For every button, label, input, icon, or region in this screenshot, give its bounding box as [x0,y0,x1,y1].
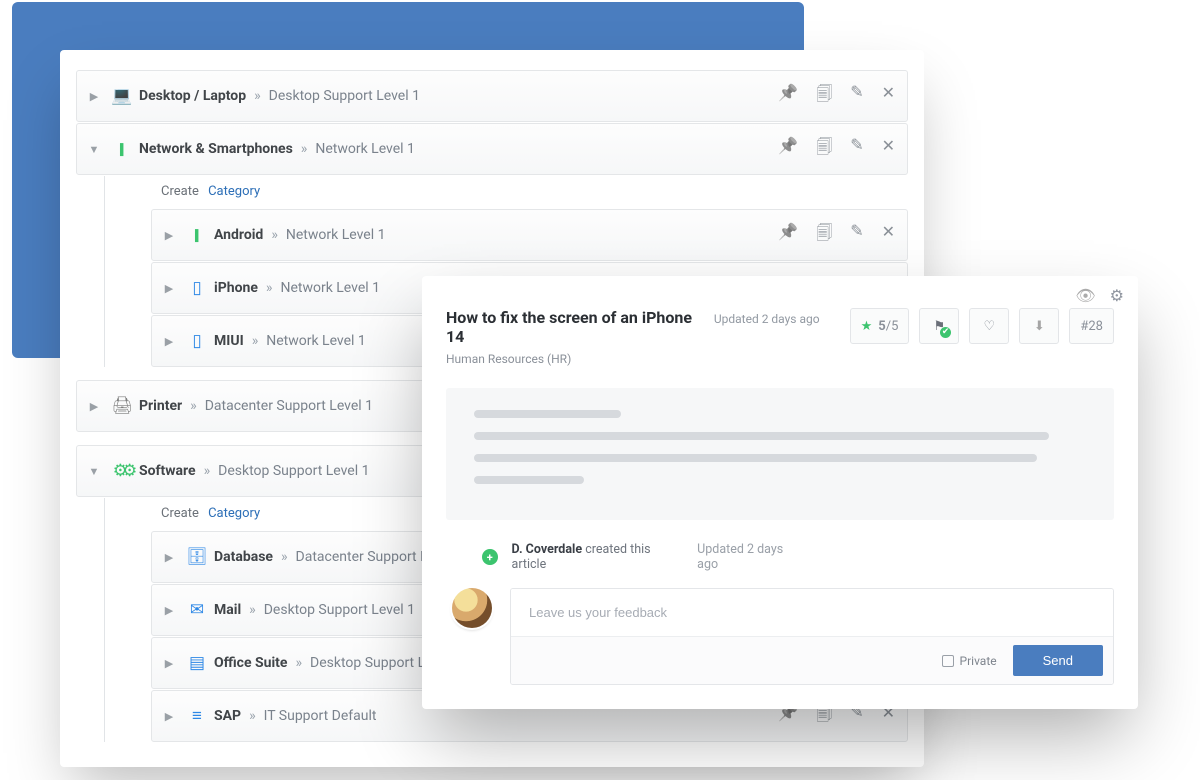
row-path: Desktop Support Level 1 [218,463,369,479]
database-icon [180,547,214,567]
favorite-pill[interactable] [969,308,1009,344]
create-category-link[interactable]: Category [208,184,260,199]
row-path: Desktop Support Level 1 [269,88,420,104]
pin-icon[interactable] [778,222,798,249]
edit-icon[interactable] [850,222,863,249]
flag-pill[interactable] [919,308,959,344]
expand-icon[interactable]: ▶ [83,400,105,413]
phone-icon [105,139,139,159]
copy-icon[interactable] [816,222,832,249]
private-toggle[interactable]: Private [942,654,997,668]
row-path: Network Level 1 [280,280,380,296]
printer-icon [105,396,139,416]
article-number[interactable]: #28 [1069,308,1114,344]
heart-icon [984,319,996,334]
phone-icon [180,278,214,298]
create-category-link[interactable]: Category [208,506,260,521]
expand-icon[interactable]: ▶ [158,551,180,564]
expand-icon[interactable]: ▶ [158,229,180,242]
rating-pill[interactable]: 5 /5 [850,308,910,344]
expand-icon[interactable]: ▶ [158,604,180,617]
tree-row-desktop[interactable]: ▶ Desktop / Laptop » Desktop Support Lev… [76,70,908,122]
edit-icon[interactable] [850,83,863,110]
phone-icon [180,225,214,245]
delete-icon[interactable] [882,222,895,249]
download-pill[interactable] [1019,308,1059,344]
user-avatar [452,588,492,628]
row-path: Network Level 1 [266,333,366,349]
delete-icon[interactable] [882,83,895,110]
article-panel: How to fix the screen of an iPhone 14 Hu… [422,276,1138,709]
row-path: Network Level 1 [315,141,415,157]
breadcrumb-sep: » [254,88,261,104]
row-title: Software [139,463,196,479]
collapse-icon[interactable]: ▼ [83,465,105,478]
expand-icon[interactable]: ▶ [158,335,180,348]
row-path: Datacenter Support Level 1 [205,398,373,414]
expand-icon[interactable]: ▶ [158,710,180,723]
plus-icon: + [482,549,498,565]
phone-icon [180,331,214,351]
row-path: Network Level 1 [286,227,386,243]
row-title: iPhone [214,280,258,296]
delete-icon[interactable] [882,136,895,163]
article-updated: Updated 2 days ago [714,308,820,326]
mail-icon [180,600,214,620]
tree-row-network[interactable]: ▼ Network & Smartphones » Network Level … [76,123,908,175]
word-icon [180,653,214,673]
breadcrumb-sep: » [301,141,308,157]
pin-icon[interactable] [778,136,798,163]
row-title: Network & Smartphones [139,141,293,157]
edit-icon[interactable] [850,136,863,163]
tree-row-android[interactable]: ▶ Android » Network Level 1 [151,209,908,261]
star-icon [861,319,873,334]
article-body-placeholder [446,388,1114,520]
row-title: Printer [139,398,182,414]
copy-icon[interactable] [816,136,832,163]
row-title: Android [214,227,263,243]
send-button[interactable]: Send [1013,645,1103,676]
collapse-icon[interactable]: ▼ [83,143,105,156]
expand-icon[interactable]: ▶ [83,90,105,103]
lines-icon [180,706,214,726]
row-title: Desktop / Laptop [139,88,246,104]
gears-icon [105,461,139,481]
expand-icon[interactable]: ▶ [158,282,180,295]
flag-icon [934,319,946,334]
article-title: How to fix the screen of an iPhone 14 [446,308,696,346]
expand-icon[interactable]: ▶ [158,657,180,670]
visibility-icon[interactable] [1075,286,1095,305]
feedback-box: Private Send [510,588,1114,685]
checkbox-icon[interactable] [942,655,954,667]
laptop-icon [105,86,139,106]
copy-icon[interactable] [816,83,832,110]
download-icon [1034,319,1045,334]
article-author-line: + D. Coverdale created this article Upda… [482,542,1114,572]
settings-icon[interactable] [1110,286,1124,305]
create-label: Create [161,184,199,199]
create-category-line: Create Category [105,176,908,209]
row-title: MIUI [214,333,244,349]
pin-icon[interactable] [778,83,798,110]
article-department: Human Resources (HR) [446,352,696,366]
feedback-input[interactable] [511,589,1113,636]
